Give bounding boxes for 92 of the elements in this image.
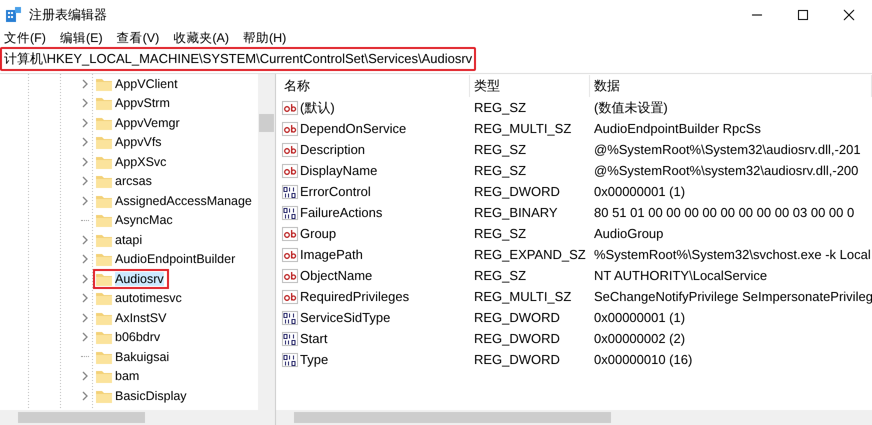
value-type: REG_SZ	[473, 100, 528, 115]
value-type: REG_SZ	[473, 226, 528, 241]
folder-icon	[96, 174, 112, 188]
value-name[interactable]: ErrorControl	[300, 184, 371, 199]
folder-icon	[96, 350, 112, 364]
value-data: @%SystemRoot%\system32\audiosrv.dll,-200	[593, 163, 860, 178]
menu-item[interactable]: 编辑(E)	[60, 30, 103, 47]
value-name[interactable]: ImagePath	[300, 247, 363, 262]
horizontal-scrollbar[interactable]	[276, 410, 872, 425]
tree-item[interactable]: AsyncMac	[93, 210, 178, 230]
folder-icon	[96, 232, 112, 247]
folder-icon	[96, 291, 112, 306]
value-type: REG_DWORD	[473, 352, 561, 367]
menu-item[interactable]: 帮助(H)	[242, 30, 286, 47]
value-name[interactable]: Start	[300, 331, 328, 346]
tree-item[interactable]: AppvStrm	[93, 94, 175, 113]
value-name[interactable]: (默认)	[300, 98, 335, 116]
value-type: REG_BINARY	[473, 205, 559, 220]
horizontal-scrollbar[interactable]	[0, 410, 275, 425]
vertical-scrollbar[interactable]	[258, 74, 275, 410]
tree-item[interactable]: AxInstSV	[93, 308, 172, 328]
value-type: REG_DWORD	[473, 184, 561, 199]
column-header[interactable]: 名称	[280, 75, 470, 97]
value-type: REG_SZ	[473, 163, 528, 178]
folder-icon	[96, 272, 112, 286]
window-title: 注册表编辑器	[29, 6, 107, 24]
menu-item[interactable]: 收藏夹(A)	[173, 30, 229, 47]
app-icon	[5, 7, 21, 23]
folder-icon	[96, 252, 112, 266]
value-data: 0x00000001 (1)	[593, 184, 686, 199]
tree-item[interactable]: AudioEndpointBuilder	[93, 250, 240, 269]
value-name[interactable]: ObjectName	[300, 268, 372, 283]
folder-icon	[96, 96, 112, 110]
tree-item[interactable]: AppvVfs	[93, 132, 167, 152]
tree-item[interactable]: Audiosrv	[93, 269, 169, 288]
value-name[interactable]: Description	[300, 142, 366, 157]
folder-icon	[96, 154, 112, 169]
tree-item[interactable]: AssignedAccessManage	[93, 191, 257, 210]
value-type: REG_SZ	[473, 142, 528, 157]
value-type: REG_MULTI_SZ	[473, 121, 572, 136]
maximize-icon[interactable]	[797, 9, 809, 21]
menu-item[interactable]: 文件(F)	[4, 30, 46, 47]
tree-item[interactable]: bam	[93, 366, 144, 386]
address-field[interactable]: 计算机\HKEY_LOCAL_MACHINE\SYSTEM\CurrentControlSet\Services\Audiosrv	[0, 47, 476, 71]
value-name[interactable]: FailureActions	[300, 205, 382, 220]
value-data: @%SystemRoot%\System32\audiosrv.dll,-201	[593, 142, 862, 157]
folder-icon	[96, 194, 112, 208]
folder-icon	[96, 213, 112, 228]
value-data: 80 51 01 00 00 00 00 00 00 00 00 03 00 00 0	[593, 205, 856, 220]
tree-item[interactable]: arcsas	[93, 172, 157, 191]
tree-item[interactable]: autotimesvc	[93, 288, 187, 308]
value-type: REG_EXPAND_SZ	[473, 247, 587, 262]
tree-item[interactable]: Bakuigsai	[93, 347, 174, 366]
value-type: REG_DWORD	[473, 310, 561, 325]
tree-item[interactable]: BasicDisplay	[93, 386, 192, 406]
scroll-thumb[interactable]	[259, 114, 274, 132]
folder-icon	[96, 388, 112, 403]
value-data: NT AUTHORITY\LocalService	[593, 268, 768, 283]
scroll-thumb[interactable]	[18, 412, 145, 423]
folder-icon	[96, 76, 112, 91]
folder-icon	[96, 116, 112, 130]
value-name[interactable]: Type	[300, 352, 328, 367]
tree-item[interactable]: atapi	[93, 230, 148, 250]
column-header[interactable]: 数据	[590, 75, 872, 97]
folder-icon	[96, 330, 112, 344]
menu-item[interactable]: 查看(V)	[116, 30, 160, 47]
value-data: AudioGroup	[593, 226, 664, 241]
value-data: AudioEndpointBuilder RpcSs	[593, 121, 762, 136]
value-type: REG_SZ	[473, 268, 528, 283]
folder-icon	[96, 310, 112, 325]
folder-icon	[96, 135, 112, 150]
value-data: SeChangeNotifyPrivilege SeImpersonatePrivileg	[593, 289, 872, 304]
tree-item[interactable]: b06bdrv	[93, 328, 166, 347]
folder-icon	[96, 369, 112, 384]
value-data: 0x00000001 (1)	[593, 310, 686, 325]
tree-item[interactable]: AppVClient	[93, 74, 183, 94]
value-name[interactable]: RequiredPrivileges	[300, 289, 410, 304]
value-type: REG_MULTI_SZ	[473, 289, 572, 304]
value-name[interactable]: ServiceSidType	[300, 310, 390, 325]
value-data: %SystemRoot%\System32\svchost.exe -k Local	[593, 247, 872, 262]
value-name[interactable]: Group	[300, 226, 336, 241]
value-data: 0x00000002 (2)	[593, 331, 686, 346]
value-type: REG_DWORD	[473, 331, 561, 346]
scroll-thumb[interactable]	[294, 412, 611, 423]
value-name[interactable]: DisplayName	[300, 163, 378, 178]
column-header[interactable]: 类型	[470, 75, 590, 97]
value-data: 0x00000010 (16)	[593, 352, 694, 367]
tree-item[interactable]: AppXSvc	[93, 152, 172, 172]
value-data: (数值未设置)	[593, 98, 669, 116]
close-icon[interactable]	[843, 9, 855, 21]
value-name[interactable]: DependOnService	[300, 121, 406, 136]
tree-item[interactable]: AppvVemgr	[93, 113, 185, 132]
